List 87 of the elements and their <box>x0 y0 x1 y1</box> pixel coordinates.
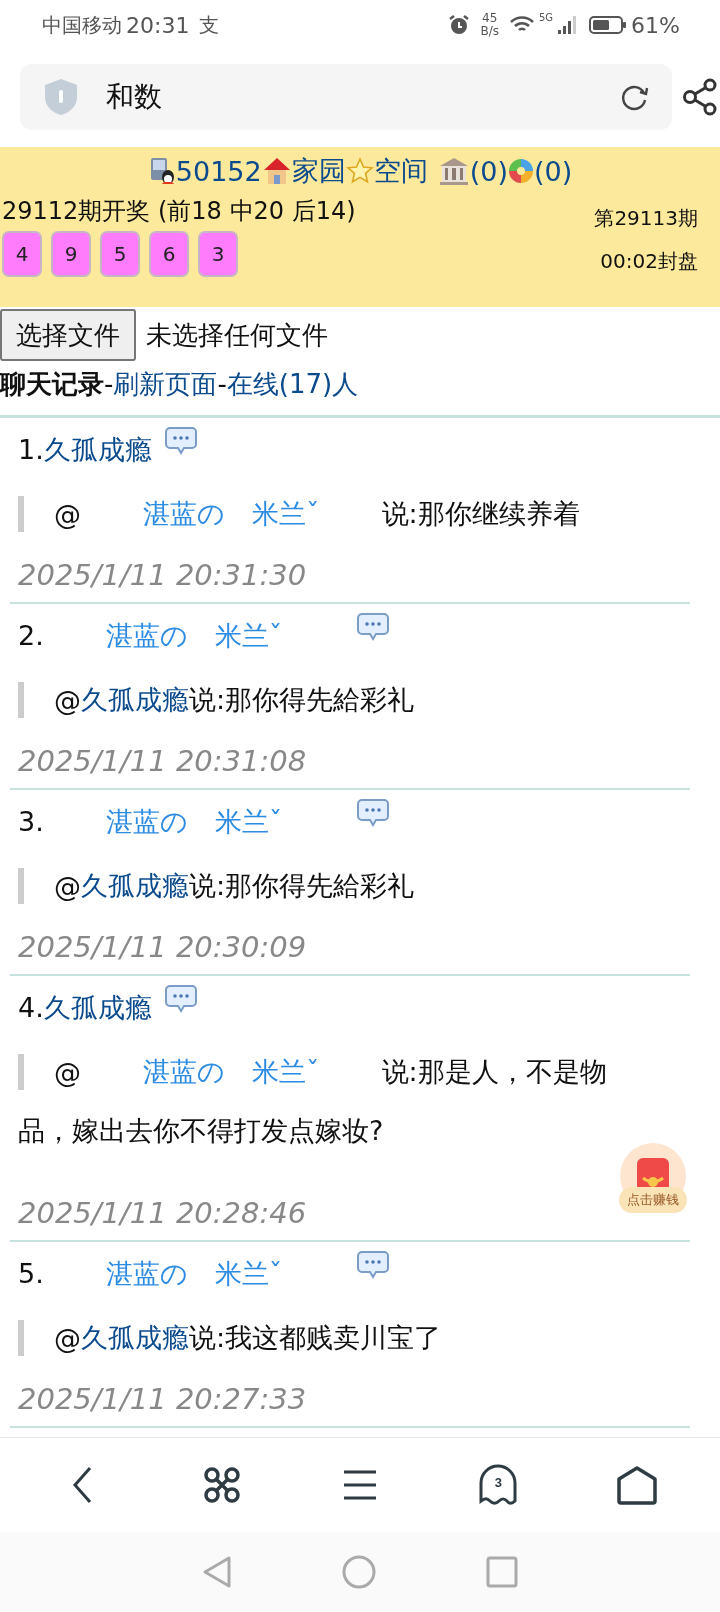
mentioned-user[interactable]: 湛蓝の 米兰ˇ <box>81 496 382 532</box>
carrier-name: 中国移动 <box>42 11 122 39</box>
network-type: 5G <box>538 12 554 23</box>
mention-sign: @ <box>54 1322 81 1354</box>
chat-bubble-icon[interactable] <box>356 797 391 828</box>
mentioned-user[interactable]: 久孤成瘾 <box>81 1320 189 1356</box>
mention-sign: @ <box>54 498 81 530</box>
message-time: 2025/1/11 20:31:30 <box>18 556 307 594</box>
tab-count: 3 <box>493 1475 503 1490</box>
chat-bubble-icon[interactable] <box>163 425 198 456</box>
mentioned-user[interactable]: 久孤成瘾 <box>81 868 189 904</box>
battery-icon <box>589 15 628 35</box>
countdown: 00:02封盘 <box>600 248 698 275</box>
home-icon <box>615 1465 658 1505</box>
earn-money-label: 点击赚钱 <box>619 1187 687 1213</box>
computer-penguin-icon <box>149 156 176 186</box>
choose-file-button[interactable]: 选择文件 <box>0 309 136 361</box>
message-text: 说:那你继续养着 <box>381 497 580 531</box>
chat-bubble-icon[interactable] <box>163 983 198 1014</box>
message-text: 说:那你得先給彩礼 <box>189 683 415 717</box>
message-text: 说:我这都贱卖川宝了 <box>189 1321 442 1355</box>
file-status: 未选择任何文件 <box>146 318 328 352</box>
network-speed-unit: B/s <box>480 25 499 38</box>
clock: 20:31 <box>126 12 190 38</box>
chat-bubble-icon[interactable] <box>356 611 391 642</box>
refresh-link[interactable]: 刷新页面 <box>113 366 218 402</box>
battery-percent: 61% <box>631 12 680 38</box>
message-text: 说:那你得先給彩礼 <box>189 869 415 903</box>
chat-bubble-icon[interactable] <box>356 1249 391 1280</box>
next-issue: 第29113期 <box>594 205 698 232</box>
aperture-icon <box>507 158 534 184</box>
author-name[interactable]: 湛蓝の 米兰ˇ <box>43 1255 345 1292</box>
star-icon <box>345 157 374 185</box>
chat-log-title: 聊天记录 <box>0 367 104 401</box>
quote-bar <box>18 868 24 904</box>
quote-bar <box>18 1054 24 1090</box>
header-link[interactable]: 家园 <box>291 153 346 189</box>
square-icon <box>486 1556 518 1588</box>
message-time: 2025/1/11 20:28:46 <box>18 1194 307 1232</box>
message-number: 3. <box>18 806 44 837</box>
mention-sign: @ <box>54 1056 81 1088</box>
author-name[interactable]: 湛蓝の 米兰ˇ <box>43 803 345 840</box>
mention-sign: @ <box>54 684 81 716</box>
alarm-icon <box>448 14 471 36</box>
header-link[interactable]: (0) <box>533 155 573 187</box>
message-time: 2025/1/11 20:27:33 <box>18 1380 307 1418</box>
author-name[interactable]: 湛蓝の 米兰ˇ <box>43 617 345 654</box>
header-link[interactable]: 50152 <box>175 155 262 187</box>
message-number: 5. <box>18 1258 44 1289</box>
shield-icon <box>42 77 80 117</box>
author-name[interactable]: 久孤成瘾 <box>43 431 152 468</box>
quote-bar <box>18 1320 24 1356</box>
ghost-icon <box>478 1463 519 1507</box>
triangle-icon <box>202 1555 232 1589</box>
draw-result-title: 29112期开奖 (前18 中20 后14) <box>2 197 356 225</box>
mentioned-user[interactable]: 久孤成瘾 <box>81 682 189 718</box>
system-back-button[interactable] <box>202 1555 232 1589</box>
share-icon[interactable] <box>682 78 718 116</box>
separator: - <box>217 369 227 399</box>
message-number: 1. <box>18 434 44 465</box>
message-text: 品，嫁出去你不得打发点嫁妆? <box>18 1114 384 1148</box>
mentioned-user[interactable]: 湛蓝の 米兰ˇ <box>81 1054 382 1090</box>
message-number: 4. <box>18 992 44 1023</box>
network-speed: 45 <box>482 12 498 25</box>
message-text: 说:那是人，不是物 <box>381 1055 607 1089</box>
page-title: 和数 <box>106 79 163 115</box>
online-count-link[interactable]: 在线(17)人 <box>226 366 359 402</box>
system-recents-button[interactable] <box>486 1556 518 1588</box>
app-notification-glyph: 支 <box>199 11 220 39</box>
message-number: 2. <box>18 620 44 651</box>
address-bar[interactable]: 和数 <box>20 64 672 130</box>
header-link[interactable]: 空间 <box>373 153 428 189</box>
quote-bar <box>18 682 24 718</box>
command-icon <box>201 1465 242 1505</box>
separator: - <box>104 369 114 399</box>
tabs-button[interactable]: 3 <box>470 1457 527 1513</box>
author-name[interactable]: 久孤成瘾 <box>43 989 152 1026</box>
signal-icon <box>557 15 578 35</box>
building-icon <box>437 156 470 186</box>
message-time: 2025/1/11 20:30:09 <box>18 928 307 966</box>
message-time: 2025/1/11 20:31:08 <box>18 742 307 780</box>
mention-sign: @ <box>54 870 81 902</box>
menu-icon <box>342 1469 377 1501</box>
quote-bar <box>18 496 24 532</box>
header-link[interactable]: (0) <box>469 155 508 187</box>
system-home-button[interactable] <box>342 1555 376 1589</box>
circle-icon <box>342 1555 376 1589</box>
